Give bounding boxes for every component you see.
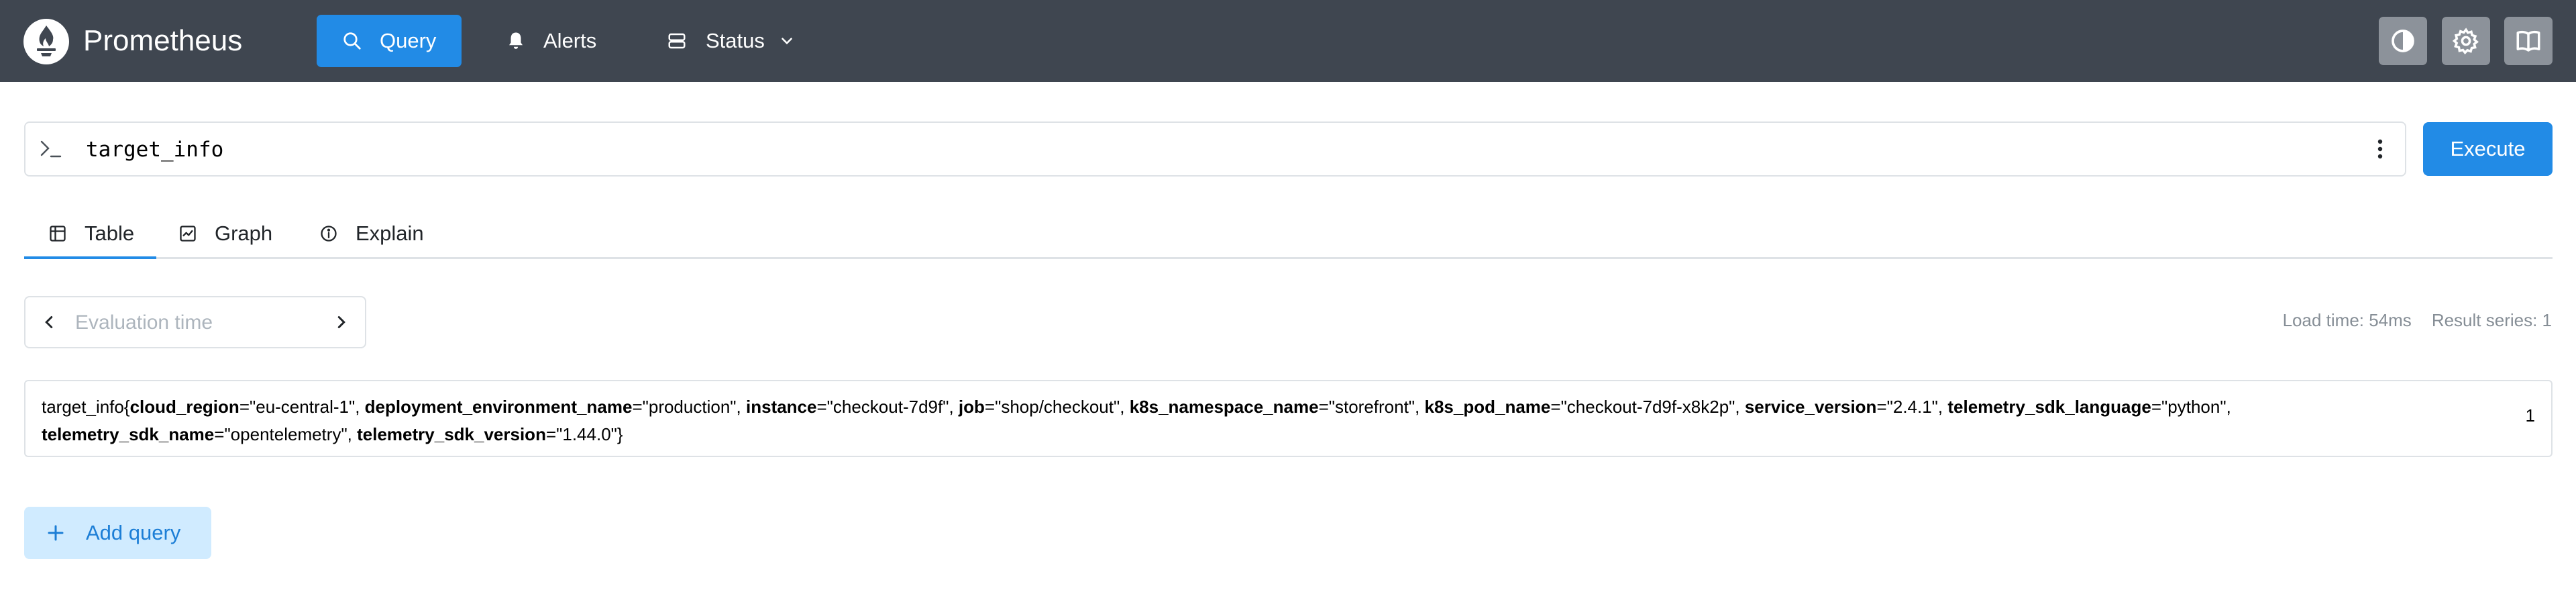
- label-name: deployment_environment_name: [364, 397, 633, 417]
- theme-toggle-button[interactable]: [2379, 17, 2427, 65]
- gear-icon: [2452, 28, 2479, 55]
- label-value: "opentelemetry": [224, 424, 347, 444]
- chevron-left-icon[interactable]: [39, 310, 59, 334]
- label-value: "python": [2161, 397, 2226, 417]
- more-options-icon[interactable]: [2375, 136, 2385, 162]
- series-value: 1: [2525, 405, 2535, 426]
- result-series-text: Result series: 1: [2431, 310, 2552, 330]
- label-name: telemetry_sdk_version: [357, 424, 546, 444]
- book-icon: [2516, 30, 2540, 52]
- table-icon: [50, 226, 66, 242]
- evaluation-time-input[interactable]: Evaluation time: [75, 297, 213, 347]
- add-query-button[interactable]: Add query: [24, 507, 211, 559]
- top-navbar: Prometheus Query Alerts Status: [0, 0, 2576, 82]
- contrast-icon: [2392, 30, 2414, 52]
- prometheus-logo[interactable]: [23, 19, 69, 64]
- label-name: telemetry_sdk_language: [1947, 397, 2151, 417]
- chevron-down-icon: [782, 38, 792, 45]
- tab-explain[interactable]: Explain: [319, 208, 453, 259]
- series-labels: target_info{cloud_region="eu-central-1",…: [42, 397, 2231, 444]
- label-value: "storefront": [1328, 397, 1415, 417]
- label-name: k8s_namespace_name: [1129, 397, 1319, 417]
- tab-graph[interactable]: Graph: [178, 208, 286, 259]
- query-expression-text[interactable]: target_info: [86, 123, 223, 175]
- search-icon: [343, 32, 361, 50]
- label-name: instance: [745, 397, 817, 417]
- nav-alerts-button[interactable]: Alerts: [499, 15, 617, 67]
- add-query-label: Add query: [86, 521, 181, 544]
- server-icon: [668, 33, 686, 49]
- nav-query-label: Query: [380, 29, 437, 52]
- nav-alerts-label: Alerts: [543, 29, 597, 52]
- tab-explain-label: Explain: [356, 221, 424, 245]
- label-value: "production": [642, 397, 737, 417]
- label-value: "1.44.0": [556, 424, 617, 444]
- chart-icon: [180, 226, 196, 242]
- tab-table[interactable]: Table: [24, 208, 156, 259]
- label-value: "2.4.1": [1886, 397, 1938, 417]
- info-icon: [321, 226, 337, 242]
- chevron-right-icon[interactable]: [331, 310, 352, 334]
- query-expression-input[interactable]: target_info: [24, 121, 2406, 177]
- label-value: "shop/checkout": [995, 397, 1120, 417]
- nav-status-label: Status: [706, 29, 765, 52]
- load-time-text: Load time: 54ms: [2282, 310, 2412, 330]
- metric-name: target_info: [42, 397, 124, 417]
- label-name: cloud_region: [129, 397, 239, 417]
- result-table: target_info{cloud_region="eu-central-1",…: [24, 380, 2553, 457]
- prometheus-page: Prometheus Query Alerts Status target_in…: [0, 0, 2576, 592]
- label-value: "checkout-7d9f": [826, 397, 949, 417]
- label-name: k8s_pod_name: [1424, 397, 1551, 417]
- label-name: job: [958, 397, 985, 417]
- terminal-prompt-icon: [40, 140, 62, 158]
- settings-button[interactable]: [2442, 17, 2490, 65]
- bell-icon: [509, 32, 523, 49]
- label-value: "checkout-7d9f-x8k2p": [1560, 397, 1735, 417]
- plus-icon: [48, 525, 64, 541]
- tab-graph-label: Graph: [215, 221, 273, 245]
- label-value: "eu-central-1": [250, 397, 356, 417]
- active-tab-indicator: [24, 256, 156, 259]
- execute-button[interactable]: Execute: [2423, 122, 2553, 176]
- query-stats: Load time: 54ms Result series: 1: [2283, 310, 2552, 331]
- label-name: telemetry_sdk_name: [42, 424, 215, 444]
- documentation-button[interactable]: [2504, 17, 2553, 65]
- brand-title[interactable]: Prometheus: [83, 0, 242, 82]
- label-name: service_version: [1744, 397, 1877, 417]
- nav-status-dropdown[interactable]: Status: [660, 15, 808, 67]
- nav-query-button[interactable]: Query: [317, 15, 462, 67]
- tab-table-label: Table: [85, 221, 135, 245]
- evaluation-time-picker: Evaluation time: [24, 296, 366, 348]
